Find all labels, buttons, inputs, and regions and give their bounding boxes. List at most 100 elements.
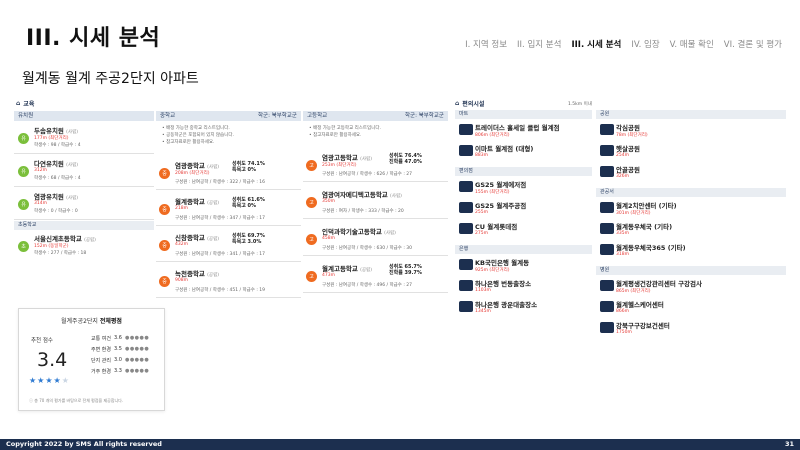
elementary-name: 서울신계초등학교 (공립) xyxy=(34,235,96,243)
facility-name: KB국민은행 월계동 xyxy=(475,259,530,267)
rating-score: 3.4 xyxy=(37,349,68,371)
facility-icon xyxy=(459,301,473,312)
elementary-meta: 학생수 : 277 / 학급수 : 18 xyxy=(34,251,87,256)
kinder-name: 다연유치원 (사립) xyxy=(34,160,78,168)
notice-line: • 배정 가능한 중학교 리스트입니다. xyxy=(162,126,230,131)
high-icon: 고 xyxy=(306,197,317,208)
facility-name: 트레이더스 홀세일 클럽 월계점 xyxy=(475,124,560,132)
star-icon: ★ xyxy=(61,376,70,385)
row-divider xyxy=(303,218,448,219)
facility-distance: 883m xyxy=(475,153,488,158)
middle-icon: 중 xyxy=(159,276,170,287)
nav-item[interactable]: I. 지역 정보 xyxy=(465,38,507,50)
facility-name: 하나은행 광운대출장소 xyxy=(475,301,538,309)
middle-rates: 성취도 69.7% 특목고 3.0% xyxy=(232,233,265,245)
star-icon: ★ xyxy=(29,376,38,385)
facility-distance: 255m xyxy=(475,210,488,215)
high-icon: 고 xyxy=(306,234,317,245)
high-header: 고등학교 학군: 북부학교군 xyxy=(303,111,448,121)
rating-row-value: 3.5 xyxy=(114,346,122,352)
facility-name: 월계평생건강관리센터 구강검사 xyxy=(616,280,702,288)
kinder-type: (사립) xyxy=(66,196,78,201)
rating-row-value: 3.3 xyxy=(114,368,122,374)
row-divider xyxy=(303,255,448,256)
facility-distance: 326m xyxy=(616,174,629,179)
high-rates: 성취도 76.4% 진학률 47.0% xyxy=(389,153,422,165)
nav-item[interactable]: III. 시세 분석 xyxy=(571,38,621,50)
facility-distance: 1750m xyxy=(616,330,632,335)
middle-distance: 432m xyxy=(175,242,188,247)
facility-name: GS25 월계주공점 xyxy=(475,202,527,210)
section-nav: I. 지역 정보 II. 입지 분석 III. 시세 분석 IV. 임장 V. 매물 확… xyxy=(465,38,782,50)
rating-dots-icon: ●●●●● xyxy=(124,346,150,352)
notice-line: • 참고자료로만 활용하세요. xyxy=(162,140,215,145)
facility-name: 하나은행 번동출장소 xyxy=(475,280,532,288)
middle-name: 염광중학교 (사립) xyxy=(175,162,219,170)
row-divider xyxy=(303,181,448,182)
elementary-distance: 152m (동일학군) xyxy=(34,244,69,249)
high-name: 인덕과학기술고등학교 (사립) xyxy=(322,228,396,236)
middle-meta: 구성원 : 남여공학 / 학생수 : 322 / 학급수 : 16 xyxy=(175,180,266,185)
facility-icon xyxy=(600,280,614,291)
kinder-name: 두솜유치원 (사립) xyxy=(34,127,78,135)
convenience-radius: 1.5km 이내 xyxy=(568,102,592,107)
high-type: (사립) xyxy=(384,231,396,236)
middle-type: (공립) xyxy=(207,237,219,242)
row-divider xyxy=(156,225,301,226)
facility-distance: 155m (최단거리) xyxy=(475,190,510,195)
high-rates: 성취도 65.7% 진학률 39.7% xyxy=(389,264,422,276)
facility-distance: 318m xyxy=(616,252,629,257)
nav-item[interactable]: V. 매물 확인 xyxy=(670,38,714,50)
high-icon: 고 xyxy=(306,271,317,282)
middle-icon: 중 xyxy=(159,240,170,251)
elementary-type: (공립) xyxy=(84,238,96,243)
facility-distance: 275m xyxy=(475,231,488,236)
facility-icon xyxy=(459,145,473,156)
facility-distance: 301m (최단거리) xyxy=(616,211,651,216)
nav-item[interactable]: II. 입지 분석 xyxy=(517,38,561,50)
facility-distance: 866m xyxy=(616,309,629,314)
rating-row-label: 교통 여건 xyxy=(91,336,111,342)
rating-row-value: 3.0 xyxy=(114,357,122,363)
middle-distance: 208m (최단거리) xyxy=(175,171,210,176)
high-name: 월계고등학교 (공립) xyxy=(322,265,372,273)
facility-icon xyxy=(600,166,614,177)
rating-footer: ⓘ 총 70 개의 평가를 바탕으로 전체 평점을 제공합니다. xyxy=(29,398,124,403)
middle-icon: 중 xyxy=(159,168,170,179)
middle-distance: 218m xyxy=(175,206,188,211)
facility-icon xyxy=(600,124,614,135)
facility-icon xyxy=(459,259,473,270)
notice-line: • 배정 가능한 고등학교 리스트입니다. xyxy=(309,126,381,131)
nav-item[interactable]: VI. 결론 및 평가 xyxy=(724,38,782,50)
facility-name: 이마트 월계점 (대형) xyxy=(475,145,534,153)
kinder-distance: 312m xyxy=(34,168,47,173)
facility-icon xyxy=(459,124,473,135)
facility-distance: 925m (최단거리) xyxy=(475,268,510,273)
facility-distance: 806m (최단거리) xyxy=(475,133,510,138)
middle-rate-secondary: 특목고 3.0% xyxy=(232,239,262,245)
facility-icon xyxy=(459,181,473,192)
high-type: (사립) xyxy=(360,157,372,162)
high-meta: 구성원 : 여자 / 학생수 : 333 / 학급수 : 20 xyxy=(322,209,404,214)
row-divider xyxy=(156,297,301,298)
notice-line: • 참고자료로만 활용하세요. xyxy=(309,133,362,138)
kinder-header: 유치원 xyxy=(14,111,154,121)
kinder-distance: 314m xyxy=(34,201,47,206)
facility-distance: 335m xyxy=(616,231,629,236)
facility-name: GS25 월계에저점 xyxy=(475,181,527,189)
star-icon: ★ xyxy=(53,376,62,385)
convenience-right: 공원 각심공원 78m (최단거리) 햇살공원 254m 안골공원 326m 관공서 월계2치안… xyxy=(596,110,786,375)
row-divider xyxy=(303,292,448,293)
high-rate-secondary: 진학률 39.7% xyxy=(389,270,422,276)
nav-item[interactable]: IV. 임장 xyxy=(631,38,659,50)
facility-icon xyxy=(459,202,473,213)
facility-group-header: 공원 xyxy=(596,110,786,119)
middle-rates: 성취도 74.1% 특목고 0% xyxy=(232,161,265,173)
star-icon: ★ xyxy=(45,376,54,385)
high-meta: 구성원 : 남여공학 / 학생수 : 496 / 학급수 : 27 xyxy=(322,283,413,288)
facility-distance: 1345m xyxy=(475,309,491,314)
rating-dots-icon: ●●●●● xyxy=(124,335,150,341)
high-icon: 고 xyxy=(306,160,317,171)
high-distance: 458m xyxy=(322,236,335,241)
high-rate-secondary: 진학률 47.0% xyxy=(389,159,422,165)
